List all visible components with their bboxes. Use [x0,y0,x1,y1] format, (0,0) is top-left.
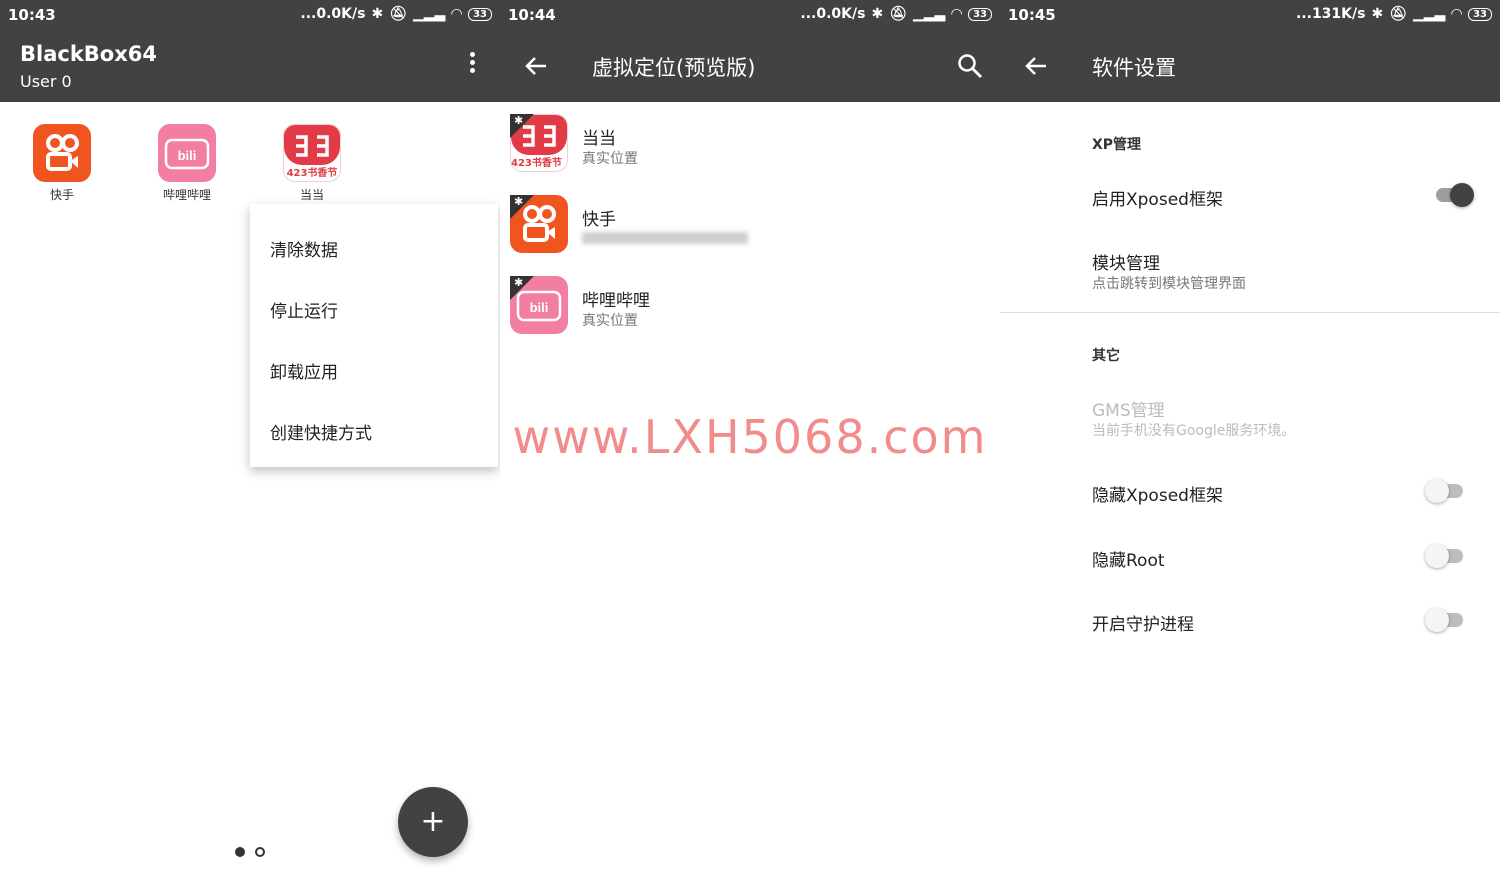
bluetooth-icon: ✱ [371,6,384,22]
menu-item-stop-running[interactable]: 停止运行 [270,297,338,322]
blurred-location [582,232,748,244]
network-speed: ...131K/s [1295,6,1366,22]
battery-icon: 33 [468,7,492,21]
app-name: 快手 [582,210,616,230]
user-subtitle: User 0 [20,72,72,91]
mute-icon: 🔕︎ [389,6,407,22]
battery-icon: 33 [1468,7,1492,21]
setting-hide-xposed-label[interactable]: 隐藏Xposed框架 [1092,481,1223,506]
app-bar: 软件设置 [1000,30,1500,102]
wifi-icon: ◠ [451,6,463,22]
dangdang-badge-text: 423书香节 [286,168,338,179]
app-bar: BlackBox64 User 0 [0,30,500,102]
bluetooth-icon: ✱ [1371,6,1384,22]
svg-text:bili: bili [178,148,197,163]
overflow-menu-icon[interactable] [464,52,480,82]
status-icons: ...131K/s ✱ 🔕︎ ▁▂▃ ◠ 33 [1296,6,1492,22]
list-item-bilibili[interactable]: bili ✱ 哔哩哔哩 真实位置 [500,276,1000,356]
app-label: 当当 [299,188,324,202]
dangdang-badge-text: 423书香节 [511,158,562,169]
app-name: 当当 [582,129,616,149]
toggle-hide-root[interactable] [1425,542,1465,570]
mute-icon: 🔕︎ [1389,6,1407,22]
app-bar: 虚拟定位(预览版) [500,30,1000,102]
kuaishou-icon [33,124,91,182]
status-icons: ...0.0K/s ✱ 🔕︎ ▁▂▃ ◠ 33 [800,6,992,22]
setting-module-manage-label[interactable]: 模块管理 [1092,249,1160,274]
list-item-dangdang[interactable]: 423书香节 ✱ 当当 真实位置 [500,114,1000,194]
network-speed: ...0.0K/s [300,6,366,22]
menu-item-uninstall[interactable]: 卸载应用 [270,358,338,383]
status-bar: 10:43 ...0.0K/s ✱ 🔕︎ ▁▂▃ ◠ 33 [0,0,500,30]
page-title: 软件设置 [1092,56,1176,80]
app-kuaishou[interactable]: 快手 [22,124,102,203]
signal-icon: ▁▂▃ [912,6,946,22]
menu-item-clear-data[interactable]: 清除数据 [270,236,338,261]
setting-module-manage-desc: 点击跳转到模块管理界面 [1092,276,1246,292]
signal-icon: ▁▂▃ [412,6,446,22]
list-item-kuaishou[interactable]: ✱ 快手 [500,195,1000,275]
page-indicator-active [235,847,245,857]
location-text: 真实位置 [582,313,638,329]
star-icon: ✱ [514,276,524,289]
page-indicator-inactive [255,847,265,857]
svg-text:bili: bili [530,300,549,315]
page-title: 虚拟定位(预览版) [592,56,756,80]
app-name: 哔哩哔哩 [582,291,650,311]
app-label: 快手 [49,188,74,202]
setting-hide-root-label[interactable]: 隐藏Root [1092,546,1165,571]
wifi-icon: ◠ [1451,6,1463,22]
signal-icon: ▁▂▃ [1412,6,1446,22]
star-icon: ✱ [514,114,524,127]
bluetooth-icon: ✱ [871,6,884,22]
section-header-xp: XP管理 [1092,137,1142,153]
network-speed: ...0.0K/s [800,6,866,22]
watermark-text: www.LXH5068.com [512,410,988,464]
app-bilibili[interactable]: bili 哔哩哔哩 [147,124,227,203]
app-label: 哔哩哔哩 [162,188,211,202]
add-app-button[interactable]: + [398,787,468,857]
setting-daemon-label[interactable]: 开启守护进程 [1092,610,1194,635]
status-bar: 10:44 ...0.0K/s ✱ 🔕︎ ▁▂▃ ◠ 33 [500,0,1000,30]
app-title: BlackBox64 [20,42,157,66]
dangdang-icon: 423书香节 [283,124,341,182]
status-time: 10:44 [508,6,556,24]
status-bar: 10:45 ...131K/s ✱ 🔕︎ ▁▂▃ ◠ 33 [1000,0,1500,30]
location-text: 真实位置 [582,151,638,167]
app-dangdang[interactable]: 423书香节 当当 [272,124,352,203]
status-icons: ...0.0K/s ✱ 🔕︎ ▁▂▃ ◠ 33 [300,6,492,22]
divider [1000,312,1500,313]
back-arrow-icon[interactable] [1022,52,1050,80]
toggle-hide-xposed[interactable] [1425,477,1465,505]
battery-icon: 33 [968,7,992,21]
wifi-icon: ◠ [951,6,963,22]
bilibili-icon: bili [158,124,216,182]
search-icon[interactable] [956,52,984,80]
mute-icon: 🔕︎ [889,6,907,22]
toggle-daemon[interactable] [1425,606,1465,634]
section-header-other: 其它 [1092,348,1120,364]
status-time: 10:45 [1008,6,1056,24]
status-time: 10:43 [8,6,56,24]
setting-enable-xposed-label[interactable]: 启用Xposed框架 [1092,185,1223,210]
star-icon: ✱ [514,195,524,208]
toggle-enable-xposed[interactable] [1434,181,1474,209]
back-arrow-icon[interactable] [522,52,550,80]
